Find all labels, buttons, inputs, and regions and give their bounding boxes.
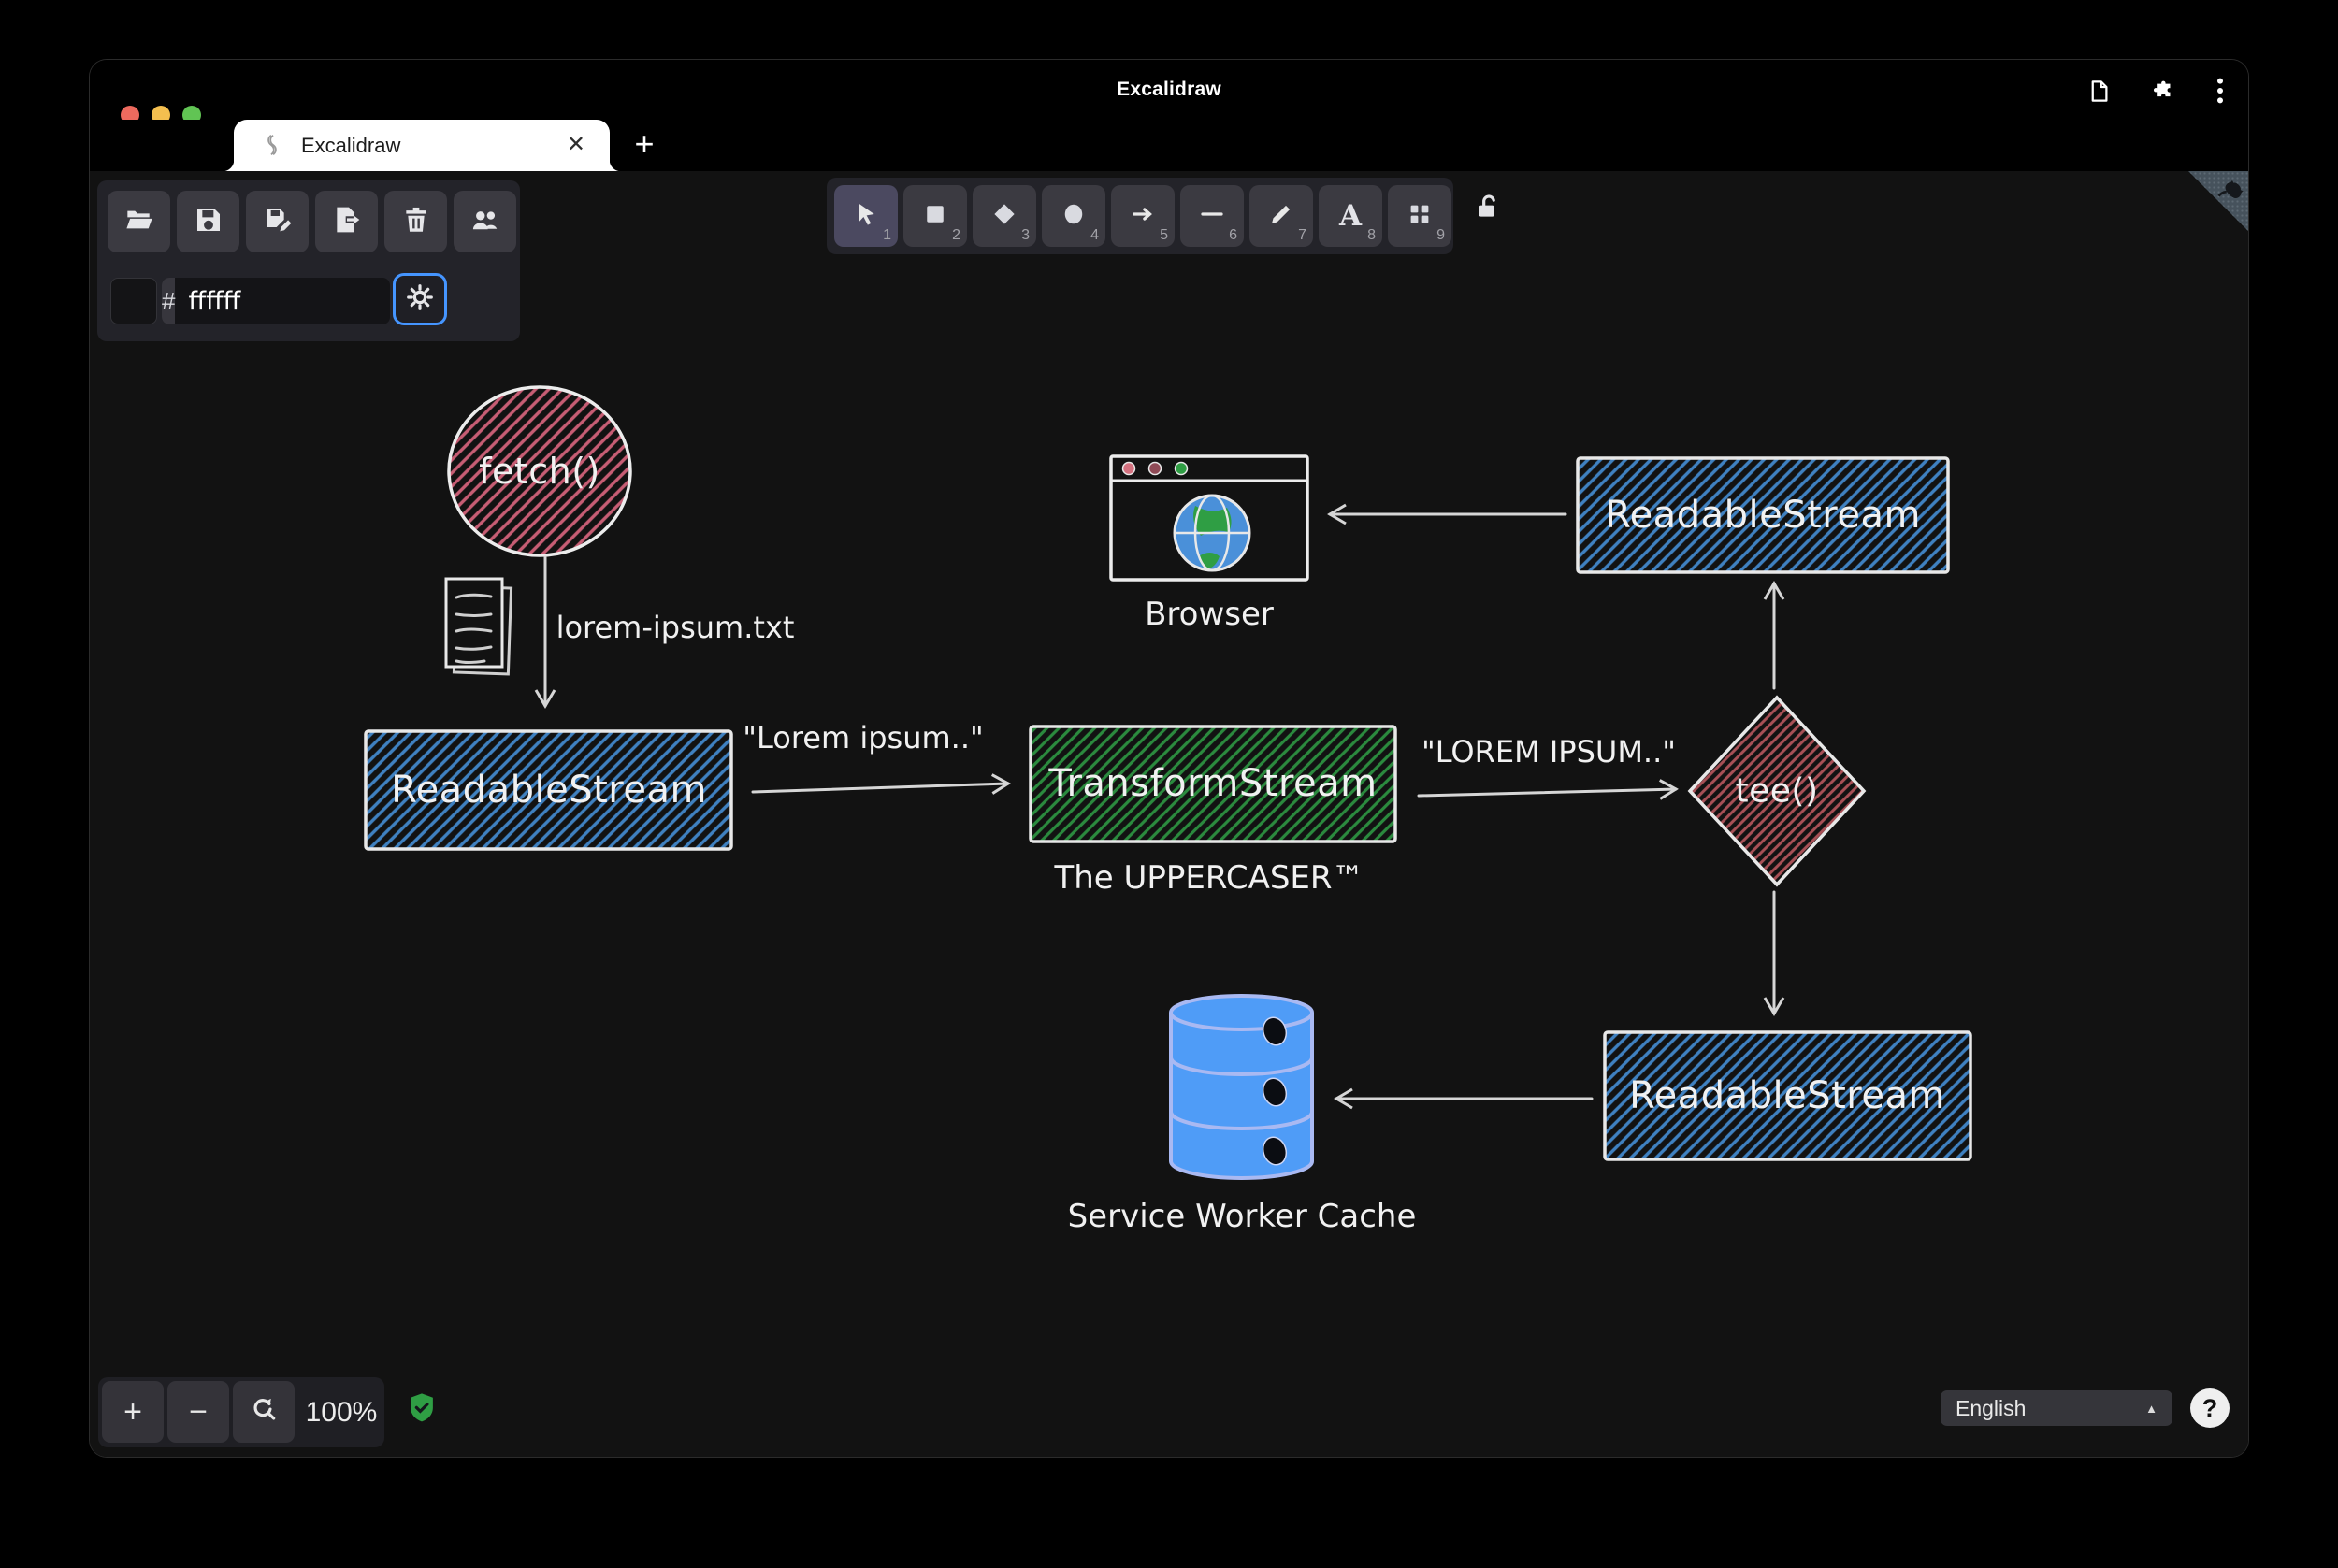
tool-diamond[interactable]: 3	[973, 185, 1036, 247]
zoom-in-button[interactable]: +	[102, 1381, 164, 1443]
tool-draw[interactable]: 7	[1249, 185, 1313, 247]
arrow-transform-to-tee[interactable]	[1417, 779, 1679, 800]
collaboration-button[interactable]	[454, 191, 516, 252]
screen: Excalidraw Excalidraw ✕ + fetch() Readab…	[0, 0, 2338, 1568]
titlebar: Excalidraw	[90, 60, 2248, 120]
browser-window: Excalidraw Excalidraw ✕ + fetch() Readab…	[90, 60, 2248, 1457]
page-icon[interactable]	[2086, 79, 2112, 104]
unlocked-padlock-icon	[1472, 194, 1502, 225]
zoom-level: 100%	[305, 1396, 378, 1428]
ellipse-icon	[1060, 200, 1088, 233]
tool-line[interactable]: 6	[1180, 185, 1244, 247]
encryption-shield-icon[interactable]	[408, 1392, 436, 1429]
hash-prefix: #	[162, 278, 176, 324]
file-export-icon	[332, 205, 362, 239]
users-icon	[469, 205, 501, 239]
tab-close-icon[interactable]: ✕	[567, 132, 585, 158]
canvas-settings-button[interactable]	[393, 273, 447, 325]
cursor-icon	[852, 200, 880, 233]
excalidraw-app: fetch() ReadableStream TransformStream t…	[90, 171, 2248, 1457]
library-grid-icon	[1406, 200, 1434, 233]
caret-up-icon: ▲	[2145, 1401, 2158, 1416]
trash-icon	[401, 205, 431, 239]
pencil-icon	[1267, 200, 1295, 233]
diamond-icon	[990, 200, 1018, 233]
language-select[interactable]: English ▲	[1941, 1390, 2172, 1426]
zoom-reset-icon	[249, 1393, 279, 1431]
canvas[interactable]	[90, 171, 2248, 1457]
lorem-label[interactable]: "Lorem ipsum.."	[743, 720, 983, 755]
export-button[interactable]	[315, 191, 378, 252]
browser-window-icon[interactable]	[1109, 454, 1309, 582]
window-title: Excalidraw	[1117, 79, 1221, 100]
shape-toolbar: 1 2 3 4 5 6 7 A 8 9	[827, 178, 1453, 254]
readablestream-left-label[interactable]: ReadableStream	[391, 769, 707, 812]
tee-node-label[interactable]: tee()	[1735, 772, 1818, 811]
new-tab-button[interactable]: +	[627, 127, 662, 163]
floppy-disk-icon	[194, 205, 224, 239]
tab-strip: Excalidraw ✕ +	[90, 120, 2248, 171]
cache-label[interactable]: Service Worker Cache	[1068, 1198, 1417, 1235]
excalidraw-logo-icon	[260, 133, 284, 162]
save-button[interactable]	[177, 191, 239, 252]
zoom-controls: + − 100%	[98, 1377, 384, 1447]
globe-icon	[1173, 494, 1251, 572]
cache-cylinder-icon[interactable]	[1169, 994, 1314, 1180]
tool-selection[interactable]: 1	[834, 185, 898, 247]
language-value: English	[1956, 1395, 2027, 1420]
clear-canvas-button[interactable]	[384, 191, 447, 252]
line-icon	[1198, 200, 1226, 233]
text-file-icon[interactable]	[444, 577, 513, 676]
uppercaser-label[interactable]: The UPPERCASER™	[1054, 859, 1364, 897]
arrow-readable-to-transform[interactable]	[751, 773, 1011, 795]
zoom-reset-button[interactable]	[233, 1381, 295, 1443]
zoom-out-button[interactable]: −	[167, 1381, 229, 1443]
transformstream-label[interactable]: TransformStream	[1048, 762, 1377, 805]
file-name-label[interactable]: lorem-ipsum.txt	[556, 610, 795, 645]
save-as-button[interactable]	[246, 191, 309, 252]
folder-open-icon	[124, 205, 154, 239]
tool-library[interactable]: 9	[1388, 185, 1451, 247]
readablestream-bottom-label[interactable]: ReadableStream	[1629, 1074, 1945, 1117]
fetch-node-label[interactable]: fetch()	[479, 451, 600, 492]
lock-toggle[interactable]	[1472, 192, 1502, 226]
tab-title: Excalidraw	[301, 134, 401, 157]
open-button[interactable]	[108, 191, 170, 252]
text-tool-icon: A	[1338, 199, 1363, 233]
question-mark: ?	[2201, 1393, 2218, 1422]
tool-text[interactable]: A 8	[1319, 185, 1382, 247]
kebab-menu-icon[interactable]	[2215, 77, 2225, 105]
color-value-input[interactable]	[175, 278, 390, 324]
arrow-icon	[1129, 200, 1157, 233]
lorem-upper-label[interactable]: "LOREM IPSUM.."	[1422, 734, 1676, 770]
floppy-pencil-icon	[263, 205, 293, 239]
tab-excalidraw[interactable]: Excalidraw ✕	[223, 120, 621, 171]
gear-icon	[405, 282, 435, 317]
tool-rectangle[interactable]: 2	[903, 185, 967, 247]
background-color-swatch[interactable]	[110, 278, 157, 324]
tool-arrow[interactable]: 5	[1111, 185, 1175, 247]
rectangle-icon	[921, 200, 949, 233]
tool-ellipse[interactable]: 4	[1042, 185, 1105, 247]
file-toolbar: #	[97, 180, 520, 341]
browser-label[interactable]: Browser	[1145, 596, 1274, 633]
help-button[interactable]: ?	[2190, 1388, 2230, 1428]
readablestream-top-label[interactable]: ReadableStream	[1605, 494, 1921, 537]
extensions-puzzle-icon[interactable]	[2151, 79, 2176, 104]
color-field: #	[162, 278, 390, 324]
